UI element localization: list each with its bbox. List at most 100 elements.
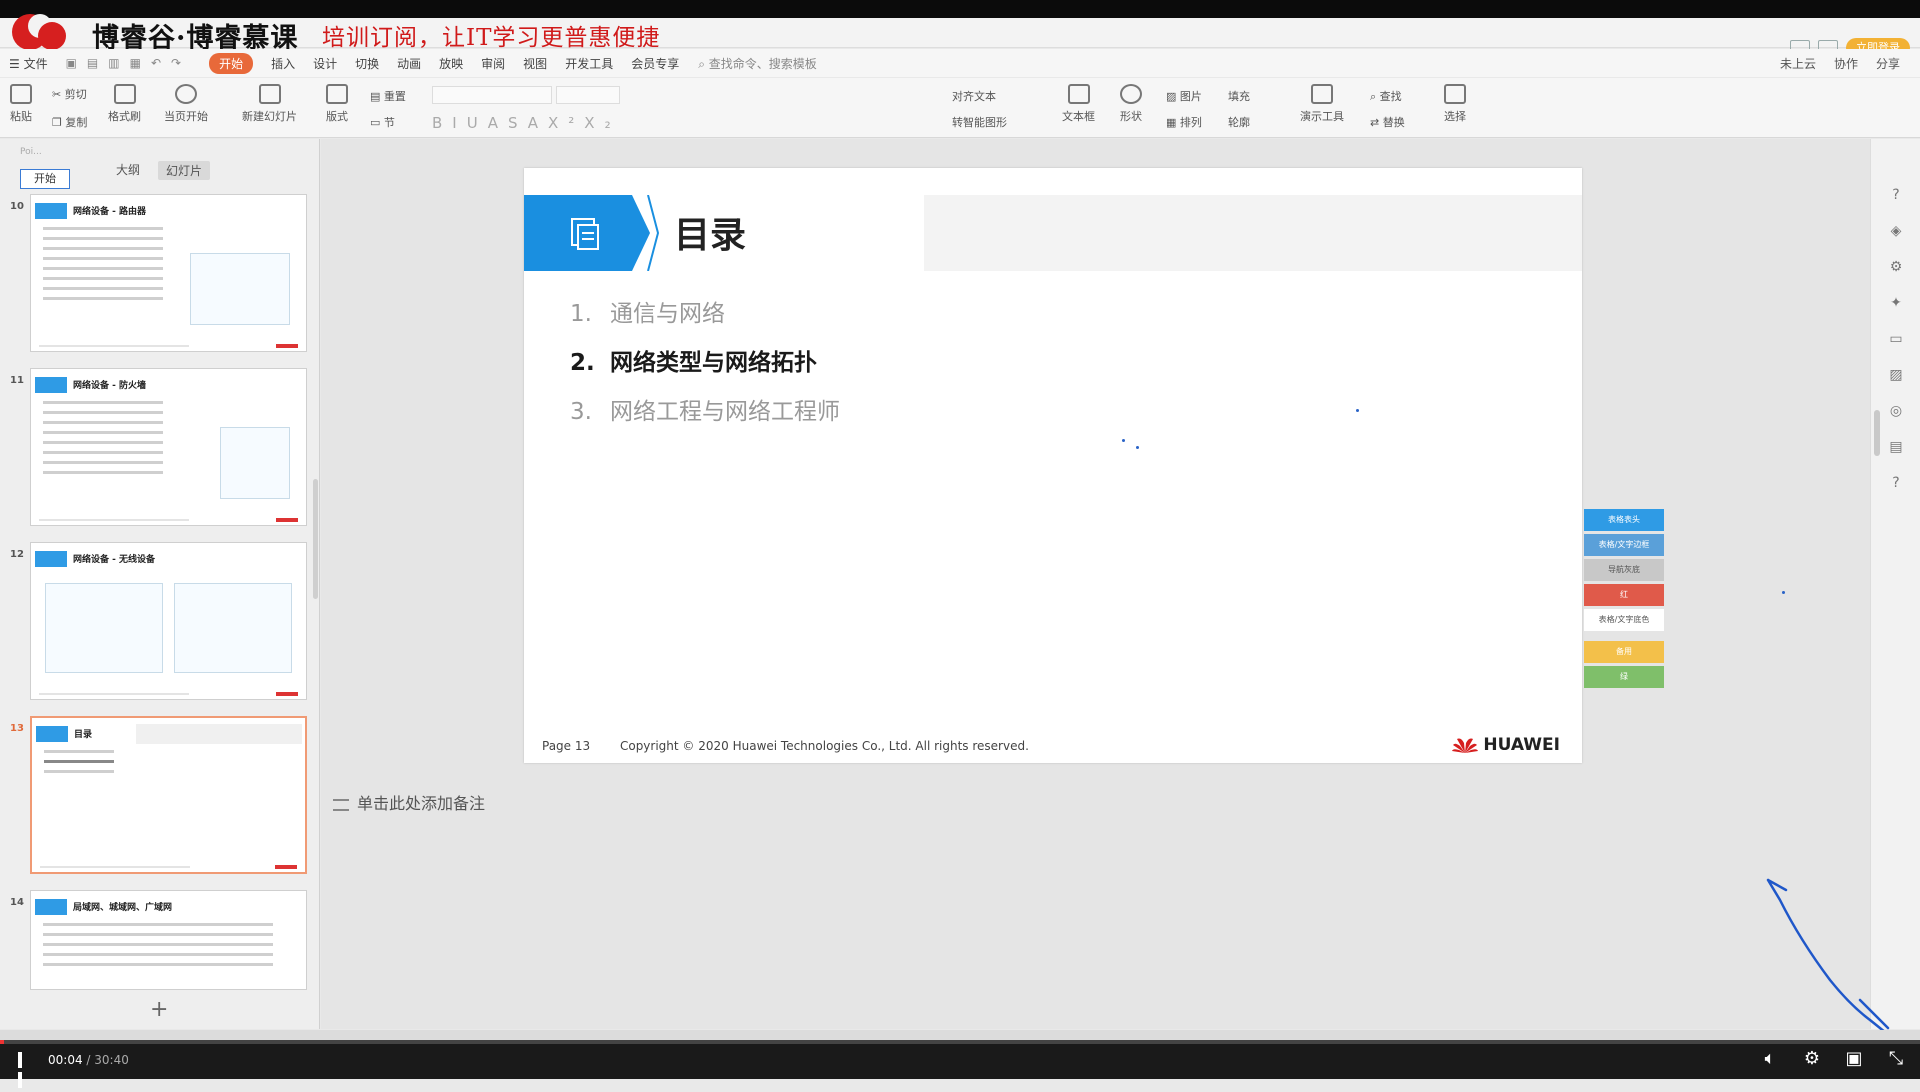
- new-slide-button[interactable]: 新建幻灯片: [242, 84, 297, 124]
- menu-file[interactable]: ☰ 文件: [9, 55, 48, 72]
- slide-canvas[interactable]: 目录 1. 通信与网络 2. 网络类型与网络拓扑 3. 网络工程与网络工程师 Page…: [524, 168, 1582, 763]
- copy-button[interactable]: ❐ 复制: [52, 114, 87, 130]
- smartart-label: 转智能图形: [952, 116, 1007, 129]
- promo-banner: 培训订阅，让IT学习更普惠便捷: [322, 25, 661, 51]
- thumb-header: [35, 203, 67, 219]
- slide-thumbnail[interactable]: 网络设备 - 防火墙: [30, 368, 307, 526]
- section-button[interactable]: ▭ 节: [370, 114, 395, 130]
- boruigu-logo: [12, 14, 66, 50]
- thumb-number: 13: [10, 723, 24, 734]
- notes-area[interactable]: 单击此处添加备注: [333, 790, 485, 814]
- info-icon[interactable]: ?: [1871, 475, 1920, 491]
- present-icon: [1311, 84, 1333, 104]
- help-icon[interactable]: ?: [1871, 187, 1920, 203]
- copy-label: 复制: [65, 116, 88, 129]
- editor-scrollbar[interactable]: [1874, 410, 1880, 456]
- thumb-header: [35, 899, 67, 915]
- palette-swatch[interactable]: 表格表头: [1584, 509, 1664, 531]
- tab-outline[interactable]: 大纲: [116, 161, 140, 180]
- panel-scrollbar[interactable]: [313, 479, 318, 599]
- palette-swatch[interactable]: 绿: [1584, 666, 1664, 688]
- play-current-button[interactable]: 当页开始: [164, 84, 208, 124]
- slide-thumbnail[interactable]: 网络设备 - 路由器: [30, 194, 307, 352]
- slide-thumbnail[interactable]: 网络设备 - 无线设备: [30, 542, 307, 700]
- fill-button[interactable]: 填充: [1228, 88, 1250, 104]
- tab-slideshow[interactable]: 放映: [439, 55, 463, 72]
- find-button[interactable]: ⌕ 查找: [1370, 88, 1402, 104]
- format-buttons[interactable]: BIUASAX²X₂: [432, 114, 621, 132]
- cloud-status[interactable]: 未上云: [1780, 55, 1816, 72]
- section-label: 节: [383, 116, 395, 129]
- format-painter-button[interactable]: 格式刷: [108, 84, 141, 124]
- palette-swatch[interactable]: 表格/文字底色: [1584, 609, 1664, 631]
- thumb-title: 目录: [74, 730, 93, 740]
- thumb-number: 14: [10, 897, 24, 908]
- fullscreen-icon[interactable]: ⤡: [1886, 1050, 1906, 1068]
- tab-design[interactable]: 设计: [313, 55, 337, 72]
- palette-swatch[interactable]: 备用: [1584, 641, 1664, 663]
- font-size-select[interactable]: [556, 86, 620, 104]
- tab-review[interactable]: 审阅: [481, 55, 505, 72]
- notes-icon: [333, 798, 349, 811]
- tab-member[interactable]: 会员专享: [631, 55, 679, 72]
- tab-slides[interactable]: 幻灯片: [158, 161, 211, 180]
- add-slide-button[interactable]: +: [150, 997, 168, 1022]
- reset-button[interactable]: ▤ 重置: [370, 88, 406, 104]
- tab-insert[interactable]: 插入: [271, 55, 295, 72]
- color-palette: 表格表头 表格/文字边框 导航灰底 红 表格/文字底色 备用 绿: [1584, 509, 1664, 691]
- tab-developer[interactable]: 开发工具: [565, 55, 613, 72]
- share-button[interactable]: 分享: [1876, 55, 1900, 72]
- cut-button[interactable]: ✂ 剪切: [52, 86, 87, 102]
- command-search[interactable]: ⌕ 查找命令、搜索模板: [698, 55, 817, 72]
- panel-tooltip: Poi...: [20, 147, 42, 157]
- textbox-button[interactable]: 文本框: [1062, 84, 1095, 124]
- align-text-button[interactable]: 对齐文本: [952, 88, 996, 104]
- layout-button[interactable]: 版式: [326, 84, 348, 124]
- replace-button[interactable]: ⇄ 替换: [1370, 114, 1405, 130]
- volume-icon[interactable]: 🔈︎: [1760, 1050, 1780, 1068]
- tab-view[interactable]: 视图: [523, 55, 547, 72]
- clipboard-icon: [10, 84, 32, 104]
- settings-icon[interactable]: ⚙: [1871, 259, 1920, 275]
- palette-swatch[interactable]: 导航灰底: [1584, 559, 1664, 581]
- toc-list: 1. 通信与网络 2. 网络类型与网络拓扑 3. 网络工程与网络工程师: [570, 290, 840, 437]
- thumb-text-lines: [43, 227, 163, 307]
- shape-button[interactable]: 形状: [1120, 84, 1142, 124]
- thumb-number: 10: [10, 201, 24, 212]
- slide-header-bar: [924, 195, 1582, 271]
- slide-title: 目录: [674, 215, 747, 256]
- style-icon[interactable]: ◈: [1871, 223, 1920, 239]
- collaborate-button[interactable]: 协作: [1834, 55, 1858, 72]
- paste-button[interactable]: 粘贴: [10, 84, 32, 124]
- replace-label: 替换: [1382, 116, 1405, 129]
- huawei-wordmark: HUAWEI: [1483, 735, 1560, 755]
- slide-thumbnail[interactable]: 局域网、城域网、广域网: [30, 890, 307, 990]
- select-button[interactable]: 选择: [1444, 84, 1466, 124]
- gear-icon[interactable]: ⚙: [1802, 1050, 1822, 1068]
- subtitles-icon[interactable]: ▣: [1844, 1050, 1864, 1068]
- tab-transition[interactable]: 切换: [355, 55, 379, 72]
- arrange-button[interactable]: ▦ 排列: [1166, 114, 1202, 130]
- status-bar: [0, 1030, 1920, 1040]
- start-button[interactable]: 开始: [20, 169, 70, 189]
- image-icon[interactable]: ▨: [1871, 367, 1920, 383]
- cut-label: 剪切: [64, 88, 87, 101]
- font-family-select[interactable]: [432, 86, 552, 104]
- palette-swatch[interactable]: 红: [1584, 584, 1664, 606]
- pin-icon[interactable]: ✦: [1871, 295, 1920, 311]
- video-progress[interactable]: [0, 1040, 1920, 1044]
- thumb-header: [35, 551, 67, 567]
- slide-header-box: [524, 195, 632, 271]
- slide-thumbnail-selected[interactable]: 目录: [30, 716, 307, 874]
- picture-button[interactable]: ▨ 图片: [1166, 88, 1202, 104]
- pause-button[interactable]: [18, 1052, 32, 1088]
- slides-icon[interactable]: ▭: [1871, 331, 1920, 347]
- palette-swatch[interactable]: 表格/文字边框: [1584, 534, 1664, 556]
- outline-button[interactable]: 轮廓: [1228, 114, 1250, 130]
- present-tools-button[interactable]: 演示工具: [1300, 84, 1344, 124]
- total-time: / 30:40: [86, 1053, 129, 1067]
- smartart-button[interactable]: 转智能图形: [952, 114, 1007, 130]
- tab-start[interactable]: 开始: [209, 52, 254, 74]
- tab-animation[interactable]: 动画: [397, 55, 421, 72]
- toc-item-current: 2. 网络类型与网络拓扑: [570, 339, 840, 388]
